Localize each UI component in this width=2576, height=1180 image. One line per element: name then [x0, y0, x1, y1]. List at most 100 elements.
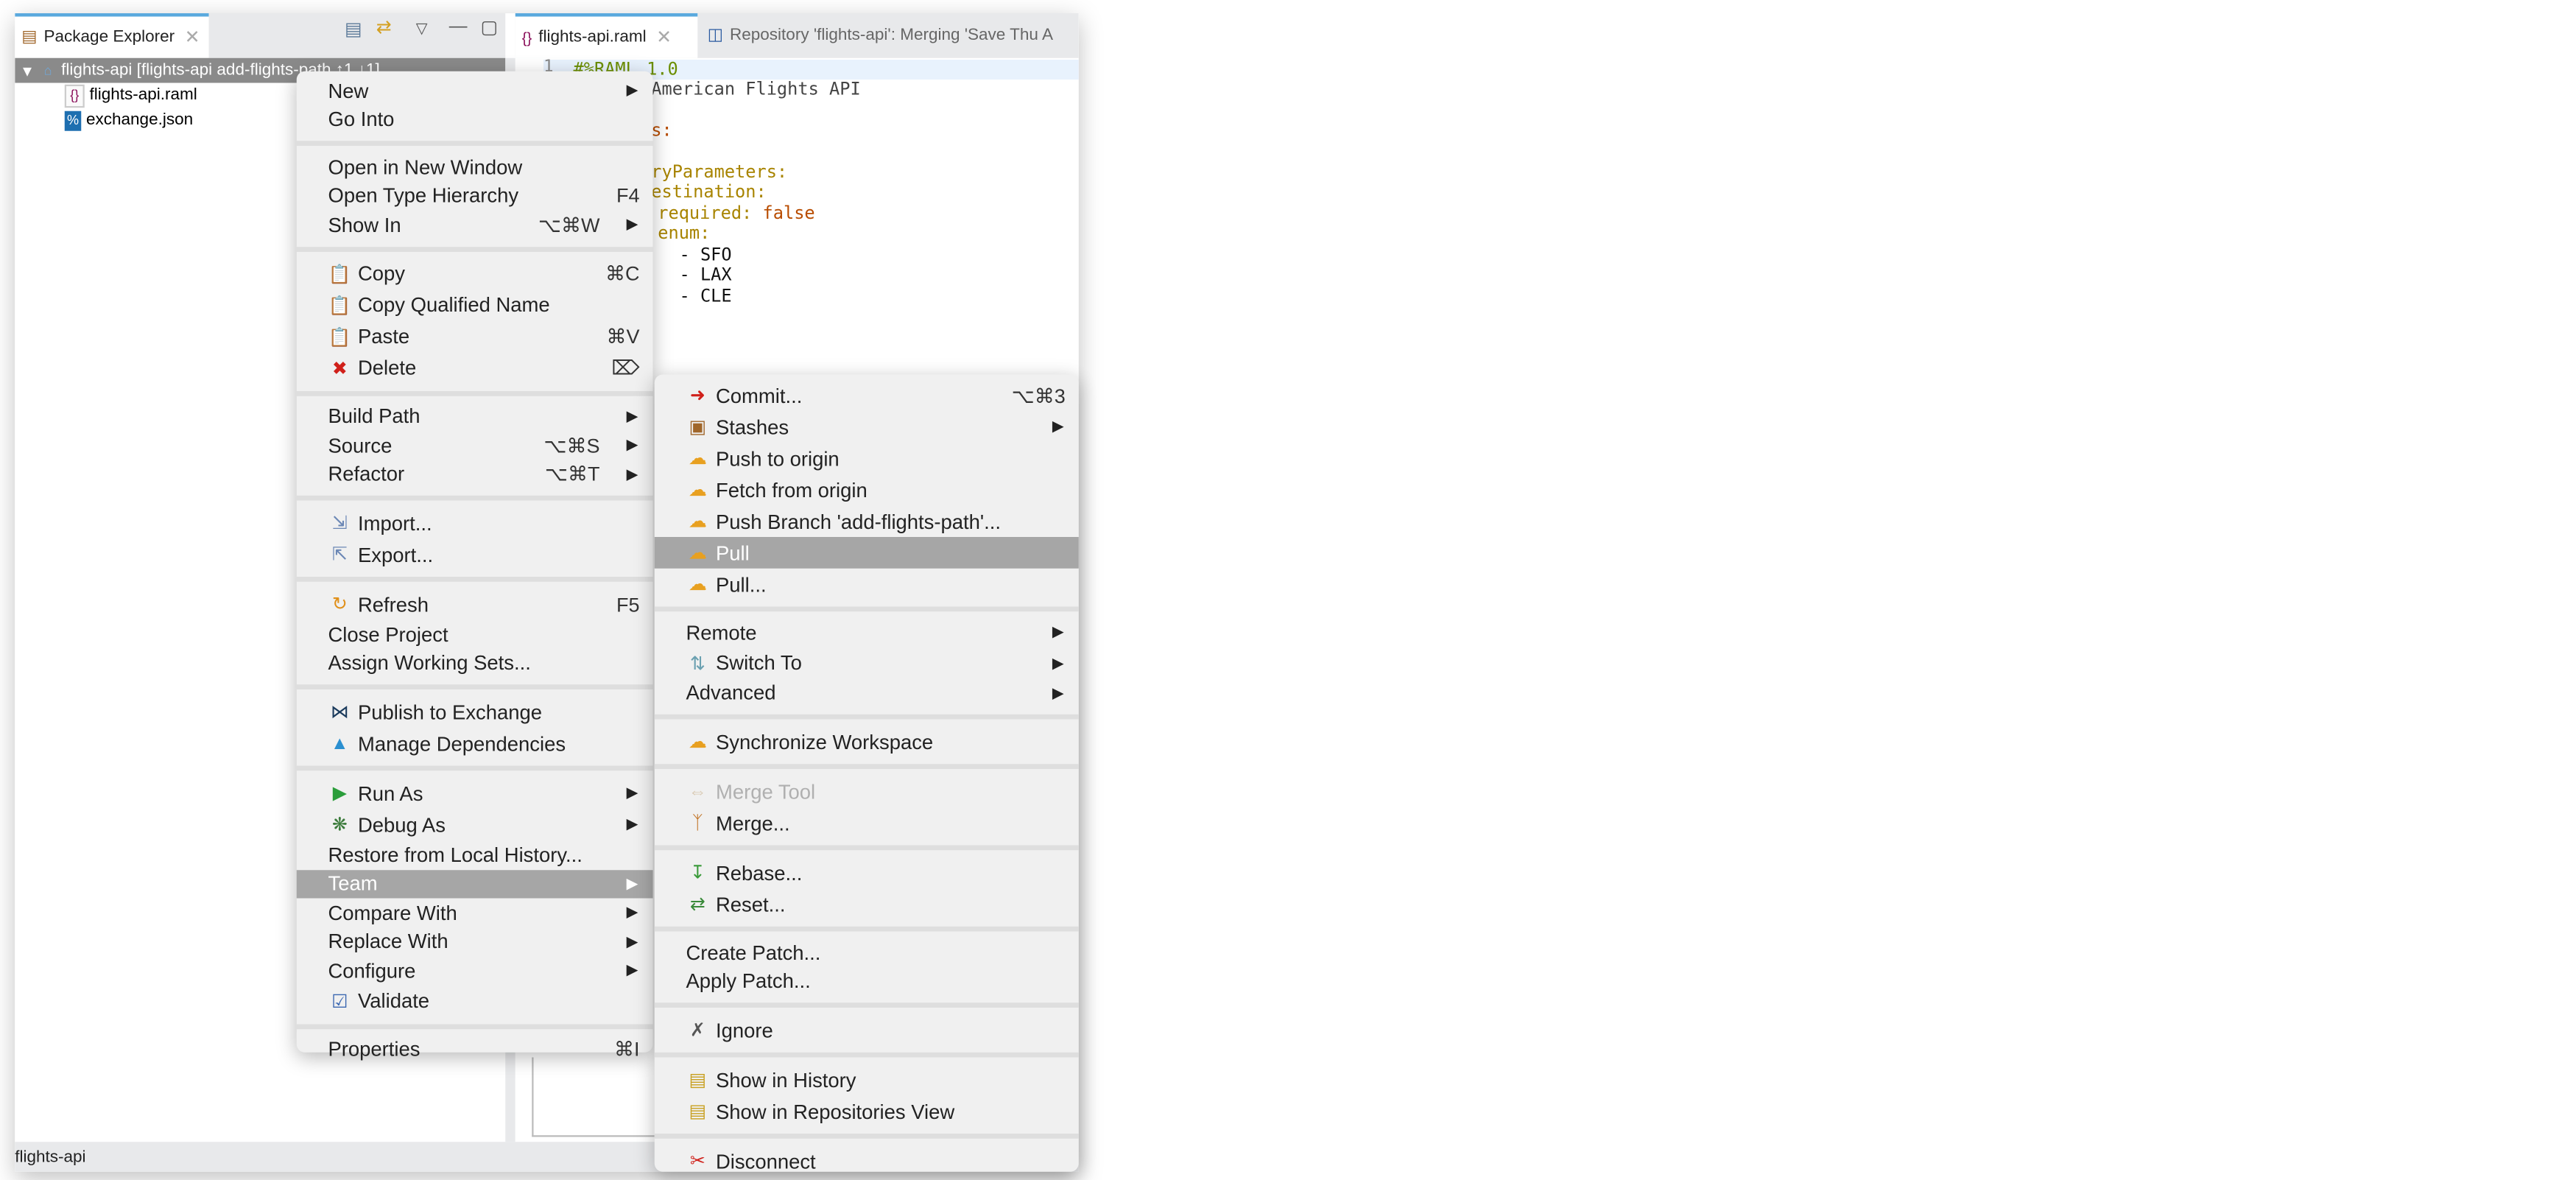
code-line: s:	[651, 121, 672, 141]
menu-item-import[interactable]: ⇲ Import...	[297, 508, 653, 539]
menu-item-label: Synchronize Workspace	[716, 730, 934, 754]
menu-item-apply-patch[interactable]: Apply Patch...	[655, 967, 1079, 996]
submenu-arrow-icon: ▶	[626, 436, 638, 453]
menu-item-export[interactable]: ⇱ Export...	[297, 538, 653, 570]
shortcut-label: ⌥⌘T	[544, 463, 600, 486]
menu-item-push-branch-add-flights-path[interactable]: ☁ Push Branch 'add-flights-path'...	[655, 505, 1079, 537]
menu-item-rebase[interactable]: ↧ Rebase...	[655, 857, 1079, 888]
menu-item-restore-from-local-history[interactable]: Restore from Local History...	[297, 840, 653, 869]
menu-separator	[654, 996, 1079, 1014]
maximize-icon[interactable]: ▢	[481, 17, 498, 38]
menu-item-label: Validate	[358, 989, 430, 1013]
raml-file-icon: {}	[64, 83, 85, 108]
shortcut-label: ⌘I	[613, 1038, 640, 1061]
menu-item-debug-as[interactable]: ❋ Debug As ▶	[297, 809, 653, 840]
menu-item-label: Push Branch 'add-flights-path'...	[716, 509, 1001, 533]
close-icon[interactable]: ✕	[656, 27, 672, 48]
menu-item-label: Reset...	[716, 892, 786, 916]
code-line: - SFO	[679, 245, 732, 265]
menu-item-show-in-repositories-view[interactable]: ▤ Show in Repositories View	[655, 1095, 1079, 1127]
push-icon: ☁	[688, 449, 707, 469]
menu-item-properties[interactable]: Properties ⌘I	[297, 1035, 653, 1064]
menu-item-label: Team	[328, 872, 378, 896]
tab-package-explorer[interactable]: ▤ Package Explorer ✕	[15, 13, 209, 58]
menu-item-configure[interactable]: Configure ▶	[297, 956, 653, 985]
menu-item-label: Rebase...	[716, 860, 803, 885]
menu-item-replace-with[interactable]: Replace With ▶	[297, 927, 653, 956]
link-with-editor-icon[interactable]: ⇄	[376, 17, 392, 38]
menu-item-close-project[interactable]: Close Project	[297, 620, 653, 649]
export-icon: ⇱	[331, 545, 348, 566]
menu-item-pull[interactable]: ☁ Pull...	[655, 569, 1079, 600]
tab-label: flights-api.raml	[538, 28, 647, 46]
menu-item-label: Show in History	[716, 1068, 856, 1092]
shortcut-label: F5	[616, 592, 640, 616]
menu-item-fetch-from-origin[interactable]: ☁ Fetch from origin	[655, 474, 1079, 506]
minimize-icon[interactable]: —	[449, 17, 468, 37]
tab-flights-api-raml[interactable]: {} flights-api.raml ✕	[515, 13, 698, 58]
menu-item-build-path[interactable]: Build Path ▶	[297, 402, 653, 431]
close-icon[interactable]: ✕	[185, 27, 200, 48]
menu-item-copy[interactable]: 📋 Copy ⌘C	[297, 258, 653, 289]
menu-item-label: Fetch from origin	[716, 478, 868, 502]
copy-qualified-icon: 📋	[328, 295, 351, 316]
menu-item-synchronize-workspace[interactable]: ☁ Synchronize Workspace	[655, 726, 1079, 758]
menu-item-source[interactable]: Source ⌥⌘S ▶	[297, 431, 653, 460]
menu-item-push-to-origin[interactable]: ☁ Push to origin	[655, 443, 1079, 474]
commit-icon: ➜	[689, 386, 705, 407]
menu-item-copy-qualified-name[interactable]: 📋 Copy Qualified Name	[297, 289, 653, 321]
menu-item-advanced[interactable]: Advanced ▶	[655, 678, 1079, 707]
tab-repository-merge[interactable]: ◫ Repository 'flights-api': Merging 'Sav…	[701, 13, 1079, 58]
menu-item-label: Replace With	[328, 930, 448, 954]
shortcut-label: ⌥⌘3	[1011, 383, 1066, 407]
menu-item-create-patch[interactable]: Create Patch...	[655, 938, 1079, 967]
menu-separator	[296, 239, 653, 258]
menu-item-manage-dependencies[interactable]: ▲ Manage Dependencies	[297, 728, 653, 759]
menu-item-delete[interactable]: ✖ Delete ⌦	[297, 352, 653, 384]
menu-item-reset[interactable]: ⇄ Reset...	[655, 888, 1079, 920]
menu-item-disconnect[interactable]: ✂ Disconnect	[655, 1145, 1079, 1177]
menu-item-remote[interactable]: Remote ▶	[655, 618, 1079, 647]
code-line: required: false	[658, 204, 814, 224]
menu-separator	[654, 757, 1079, 776]
menu-separator	[296, 384, 653, 402]
menu-item-refresh[interactable]: ↻ Refresh F5	[297, 589, 653, 620]
menu-item-new[interactable]: New ▶	[297, 77, 653, 105]
menu-item-open-type-hierarchy[interactable]: Open Type Hierarchy F4	[297, 181, 653, 210]
menu-item-team[interactable]: Team ▶	[296, 869, 653, 899]
disconnect-icon: ✂	[689, 1151, 705, 1172]
editor-tabbar: {} flights-api.raml ✕ ◫ Repository 'flig…	[515, 13, 1079, 58]
rebase-icon: ↧	[689, 863, 705, 884]
menu-item-commit[interactable]: ➜ Commit... ⌥⌘3	[655, 379, 1079, 411]
menu-item-ignore[interactable]: ✗ Ignore	[655, 1014, 1079, 1046]
menu-item-pull[interactable]: ☁ Pull	[654, 537, 1079, 569]
collapse-all-icon[interactable]: ▤	[345, 18, 362, 40]
menu-item-run-as[interactable]: ▶ Run As ▶	[297, 777, 653, 809]
menu-item-show-in[interactable]: Show In ⌥⌘W ▶	[297, 211, 653, 239]
menu-item-label: Restore from Local History...	[328, 843, 583, 867]
menu-item-assign-working-sets[interactable]: Assign Working Sets...	[297, 649, 653, 678]
menu-item-show-in-history[interactable]: ▤ Show in History	[655, 1064, 1079, 1096]
menu-item-merge[interactable]: ᛉ Merge...	[655, 807, 1079, 839]
raml-file-icon: {}	[521, 29, 532, 46]
dependencies-icon: ▲	[330, 733, 349, 754]
menu-item-go-into[interactable]: Go Into	[297, 105, 653, 134]
menu-item-switch-to[interactable]: ⇅ Switch To ▶	[655, 647, 1079, 679]
expand-triangle-icon[interactable]: ▼	[20, 62, 35, 79]
menu-item-refactor[interactable]: Refactor ⌥⌘T ▶	[297, 460, 653, 488]
menu-item-stashes[interactable]: ▣ Stashes ▶	[655, 411, 1079, 443]
menu-item-compare-with[interactable]: Compare With ▶	[297, 899, 653, 927]
view-menu-icon[interactable]: ▽	[416, 20, 428, 38]
menu-item-label: Copy	[358, 261, 406, 286]
menu-item-label: Paste	[358, 325, 410, 348]
menu-separator	[296, 678, 653, 696]
menu-separator	[296, 759, 653, 778]
menu-item-publish-to-exchange[interactable]: ⋈ Publish to Exchange	[297, 696, 653, 728]
submenu-arrow-icon: ▶	[626, 81, 638, 99]
code-line: ryParameters:	[651, 162, 788, 183]
menu-item-open-in-new-window[interactable]: Open in New Window	[297, 152, 653, 181]
team-submenu: ➜ Commit... ⌥⌘3 ▣ Stashes ▶ ☁ Push to origin ☁ Fe…	[654, 374, 1079, 1173]
menu-item-paste[interactable]: 📋 Paste ⌘V	[297, 320, 653, 352]
menu-separator	[654, 600, 1079, 619]
menu-item-validate[interactable]: ☑ Validate	[297, 986, 653, 1017]
